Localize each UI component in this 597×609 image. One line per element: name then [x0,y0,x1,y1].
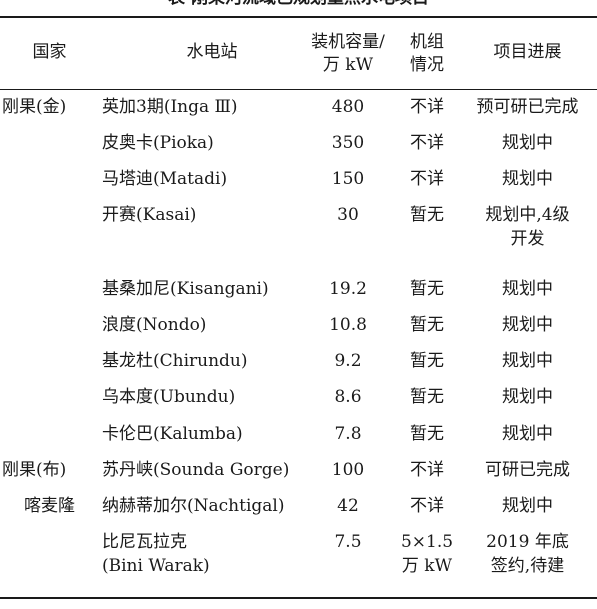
progress-cell-line1: 规划中,4级 [485,205,570,225]
station-cell: 苏丹峡(Sounda Gorge) [102,460,290,480]
units-cell: 不详 [410,460,444,480]
station-cell: 浪度(Nondo) [102,315,207,335]
units-cell: 不详 [410,496,444,516]
units-cell-line2: 万 kW [401,556,453,576]
capacity-cell: 30 [337,205,359,225]
station-cell: 皮奥卡(Pioka) [102,133,214,153]
progress-cell: 规划中 [502,279,553,299]
progress-cell: 可研已完成 [485,460,570,480]
units-cell: 不详 [410,169,444,189]
header-capacity-line2: 万 kW [322,55,374,75]
units-cell: 暂无 [410,205,444,225]
units-cell-line1: 5×1.5 [400,532,454,552]
units-cell: 暂无 [410,424,444,444]
units-cell: 暂无 [410,351,444,371]
capacity-cell: 7.5 [334,532,362,552]
header-capacity-line1: 装机容量/ [311,32,385,52]
station-cell-line1: 比尼瓦拉克 [102,532,187,552]
progress-cell: 规划中 [502,351,553,371]
progress-cell: 预可研已完成 [476,97,579,117]
progress-cell: 规划中 [502,133,553,153]
capacity-cell: 42 [337,496,359,516]
capacity-cell: 7.8 [334,424,362,444]
progress-cell-line2: 开发 [510,229,545,249]
units-cell: 不详 [410,133,444,153]
country-cell: 刚果(金) [2,97,67,117]
station-cell: 纳赫蒂加尔(Nachtigal) [102,496,285,516]
station-cell: 马塔迪(Matadi) [102,169,228,189]
table-caption-partial: 表 刚果河流域已规划重点水电项目 [0,0,597,8]
units-cell: 暂无 [410,387,444,407]
station-cell: 基桑加尼(Kisangani) [102,279,269,299]
station-cell: 英加3期(Inga Ⅲ) [102,97,238,117]
progress-cell-line1: 2019 年底 [486,532,569,552]
header-progress: 项目进展 [493,42,562,62]
units-cell: 暂无 [410,279,444,299]
capacity-cell: 350 [331,133,365,153]
header-units-line2: 情况 [410,55,444,75]
top-rule [0,16,597,18]
progress-cell-line2: 签约,待建 [490,556,565,576]
units-cell: 不详 [410,97,444,117]
station-cell: 乌本度(Ubundu) [102,387,236,407]
country-cell: 刚果(布) [2,460,67,480]
header-station: 水电站 [186,42,238,62]
progress-cell: 规划中 [502,387,553,407]
station-cell: 基龙杜(Chirundu) [102,351,248,371]
units-cell: 暂无 [410,315,444,335]
bottom-rule [0,597,597,599]
progress-cell: 规划中 [502,315,553,335]
capacity-cell: 480 [331,97,365,117]
capacity-cell: 8.6 [334,387,362,407]
capacity-cell: 10.8 [329,315,367,335]
progress-cell: 规划中 [502,169,553,189]
capacity-cell: 150 [331,169,365,189]
capacity-cell: 100 [331,460,365,480]
header-country: 国家 [32,42,67,62]
capacity-cell: 9.2 [334,351,362,371]
progress-cell: 规划中 [502,424,553,444]
station-cell: 开赛(Kasai) [102,205,197,225]
capacity-cell: 19.2 [329,279,367,299]
station-cell: 卡伦巴(Kalumba) [102,424,243,444]
country-cell: 喀麦隆 [24,496,75,516]
header-units-line1: 机组 [410,32,444,52]
header-rule [0,89,597,90]
station-cell-line2: (Bini Warak) [102,556,210,576]
progress-cell: 规划中 [502,496,553,516]
